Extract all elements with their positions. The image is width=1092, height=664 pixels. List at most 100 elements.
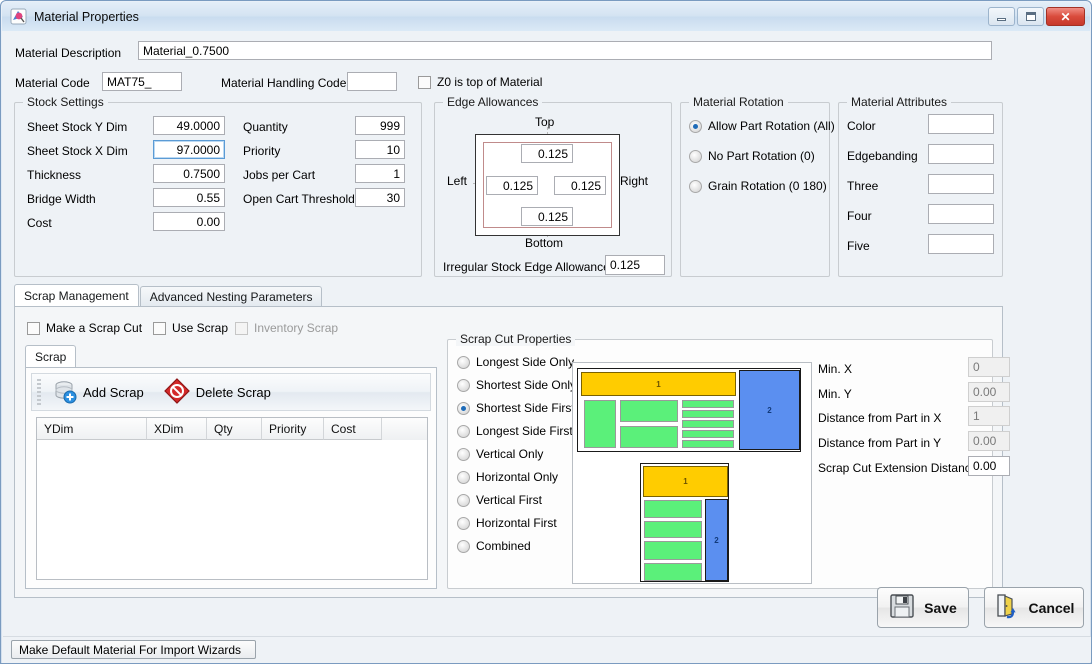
priority-input[interactable]: 10 (355, 140, 405, 159)
radio-shortest-side-first[interactable]: Shortest Side First (457, 401, 575, 415)
radio-no-part-rotation-indicator[interactable] (689, 149, 702, 163)
z0-top-checkbox-row[interactable]: Z0 is top of Material (418, 75, 542, 89)
column-header-priority[interactable]: Priority (262, 418, 324, 440)
radio-horizontal-first-indicator[interactable] (457, 516, 470, 530)
scrap-grid-header: YDim XDim Qty Priority Cost (37, 418, 427, 440)
save-button-label: Save (924, 599, 957, 616)
radio-horizontal-only-indicator[interactable] (457, 470, 470, 484)
delete-diamond-icon (163, 377, 190, 407)
radio-vertical-only-label: Vertical Only (476, 447, 544, 461)
material-handling-code-input[interactable] (347, 72, 397, 91)
radio-allow-part-rotation[interactable]: Allow Part Rotation (All) (689, 119, 835, 133)
bridge-width-input[interactable]: 0.55 (153, 188, 225, 207)
radio-combined-indicator[interactable] (457, 539, 470, 553)
minimize-icon (997, 18, 1006, 21)
radio-no-part-rotation[interactable]: No Part Rotation (0) (689, 149, 815, 163)
make-scrap-cut-checkbox[interactable] (27, 321, 40, 335)
attribute-color-input[interactable] (928, 114, 994, 134)
open-cart-threshold-label: Open Cart Threshold (243, 192, 355, 206)
edge-top-input[interactable]: 0.125 (521, 144, 573, 163)
quantity-input[interactable]: 999 (355, 116, 405, 135)
radio-vertical-only-indicator[interactable] (457, 447, 470, 461)
scrap-management-panel: Make a Scrap Cut Use Scrap Inventory Scr… (14, 306, 1010, 598)
minimize-button[interactable] (988, 7, 1015, 26)
attribute-four-input[interactable] (928, 204, 994, 224)
material-description-input[interactable]: Material_0.7500 (138, 41, 992, 60)
tab-scrap[interactable]: Scrap (25, 345, 77, 368)
radio-vertical-only[interactable]: Vertical Only (457, 447, 543, 461)
cost-input[interactable]: 0.00 (153, 212, 225, 231)
radio-horizontal-only-label: Horizontal Only (476, 470, 559, 484)
delete-scrap-button[interactable]: Delete Scrap (154, 377, 281, 407)
scrap-cut-properties-group: Scrap Cut Properties Longest Side Only S… (447, 332, 1010, 589)
edge-bottom-input[interactable]: 0.125 (521, 207, 573, 226)
radio-longest-side-first-indicator[interactable] (457, 424, 470, 438)
sheet-stock-y-input[interactable]: 49.0000 (153, 116, 225, 135)
use-scrap-checkbox[interactable] (153, 321, 166, 335)
irregular-stock-edge-allowance-input[interactable]: 0.125 (605, 255, 665, 275)
column-header-cost[interactable]: Cost (324, 418, 382, 440)
radio-combined[interactable]: Combined (457, 539, 531, 553)
radio-shortest-side-only-indicator[interactable] (457, 378, 470, 392)
edge-left-input[interactable]: 0.125 (486, 176, 538, 195)
title-bar[interactable]: Material Properties ✕ (2, 2, 1090, 31)
attribute-five-label: Five (847, 239, 870, 253)
z0-top-checkbox[interactable] (418, 75, 431, 89)
radio-grain-rotation-indicator[interactable] (689, 179, 702, 193)
tab-advanced-nesting-parameters[interactable]: Advanced Nesting Parameters (139, 286, 323, 307)
make-default-material-button[interactable]: Make Default Material For Import Wizards (11, 640, 256, 659)
floppy-disk-icon (889, 593, 915, 622)
jobs-per-cart-input[interactable]: 1 (355, 164, 405, 183)
attribute-color-label: Color (847, 119, 876, 133)
radio-shortest-side-first-label: Shortest Side First (476, 401, 575, 415)
make-scrap-cut-label: Make a Scrap Cut (46, 321, 143, 335)
attribute-three-input[interactable] (928, 174, 994, 194)
close-button[interactable]: ✕ (1046, 7, 1085, 26)
priority-label: Priority (243, 144, 281, 158)
preview-part (584, 400, 616, 448)
column-header-qty[interactable]: Qty (207, 418, 262, 440)
main-tab-strip: Scrap Management Advanced Nesting Parame… (14, 284, 323, 307)
radio-horizontal-only[interactable]: Horizontal Only (457, 470, 558, 484)
radio-vertical-first[interactable]: Vertical First (457, 493, 542, 507)
preview-part (682, 400, 734, 408)
tab-advanced-nesting-parameters-label: Advanced Nesting Parameters (149, 290, 313, 304)
radio-longest-side-first[interactable]: Longest Side First (457, 424, 573, 438)
radio-longest-side-only-label: Longest Side Only (476, 355, 575, 369)
tab-scrap-management[interactable]: Scrap Management (14, 284, 139, 307)
min-y-label: Min. Y (818, 387, 852, 401)
radio-longest-side-only-indicator[interactable] (457, 355, 470, 369)
preview-piece-1-bottom: 1 (643, 466, 728, 497)
save-button[interactable]: Save (877, 587, 969, 628)
scrap-cut-extension-distance-label: Scrap Cut Extension Distance (818, 461, 978, 475)
radio-longest-side-only[interactable]: Longest Side Only (457, 355, 574, 369)
cancel-button[interactable]: Cancel (984, 587, 1084, 628)
radio-shortest-side-only[interactable]: Shortest Side Only (457, 378, 576, 392)
column-header-ydim[interactable]: YDim (37, 418, 147, 440)
make-scrap-cut-checkbox-row[interactable]: Make a Scrap Cut (27, 321, 142, 335)
stock-settings-group: Stock Settings Sheet Stock Y Dim 49.0000… (14, 95, 422, 277)
material-code-input[interactable]: MAT75_ (102, 72, 182, 91)
use-scrap-checkbox-row[interactable]: Use Scrap (153, 321, 228, 335)
attribute-five-input[interactable] (928, 234, 994, 254)
attribute-three-label: Three (847, 179, 879, 193)
sheet-stock-x-input[interactable]: 97.0000 (153, 140, 225, 159)
scrap-grid[interactable]: YDim XDim Qty Priority Cost (36, 417, 428, 580)
column-header-xdim[interactable]: XDim (147, 418, 207, 440)
thickness-input[interactable]: 0.7500 (153, 164, 225, 183)
radio-vertical-first-indicator[interactable] (457, 493, 470, 507)
add-scrap-button[interactable]: Add Scrap (41, 378, 154, 407)
inventory-scrap-checkbox-row: Inventory Scrap (235, 321, 338, 335)
open-cart-threshold-input[interactable]: 30 (355, 188, 405, 207)
maximize-button[interactable] (1017, 7, 1044, 26)
attribute-edgebanding-input[interactable] (928, 144, 994, 164)
radio-grain-rotation[interactable]: Grain Rotation (0 180) (689, 179, 827, 193)
edge-right-input[interactable]: 0.125 (554, 176, 606, 195)
material-handling-code-label: Material Handling Code (221, 76, 347, 90)
scrap-cut-extension-distance-input[interactable]: 0.00 (968, 456, 1010, 476)
radio-shortest-side-first-indicator[interactable] (457, 401, 470, 415)
radio-allow-part-rotation-indicator[interactable] (689, 119, 702, 133)
preview-part (682, 430, 734, 438)
cancel-button-label: Cancel (1028, 599, 1075, 616)
radio-horizontal-first[interactable]: Horizontal First (457, 516, 557, 530)
